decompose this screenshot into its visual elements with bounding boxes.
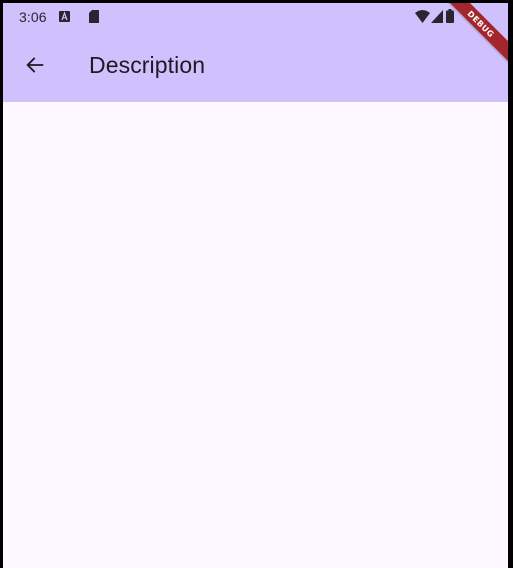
sd-card-icon	[89, 10, 99, 23]
status-bar: 3:06	[3, 3, 508, 33]
phone-screen: 3:06 Description DEBUG	[3, 3, 508, 568]
back-button[interactable]	[15, 45, 55, 85]
page-title: Description	[89, 52, 206, 78]
arrow-back-icon	[26, 57, 44, 73]
a-notification-icon	[59, 11, 70, 22]
app-bar: Description	[3, 37, 508, 99]
signal-icon	[431, 10, 443, 23]
status-time: 3:06	[19, 9, 47, 25]
battery-icon	[446, 9, 454, 23]
wifi-icon	[415, 10, 430, 23]
top-app-area: 3:06 Description	[3, 3, 508, 102]
page-body	[3, 102, 508, 568]
